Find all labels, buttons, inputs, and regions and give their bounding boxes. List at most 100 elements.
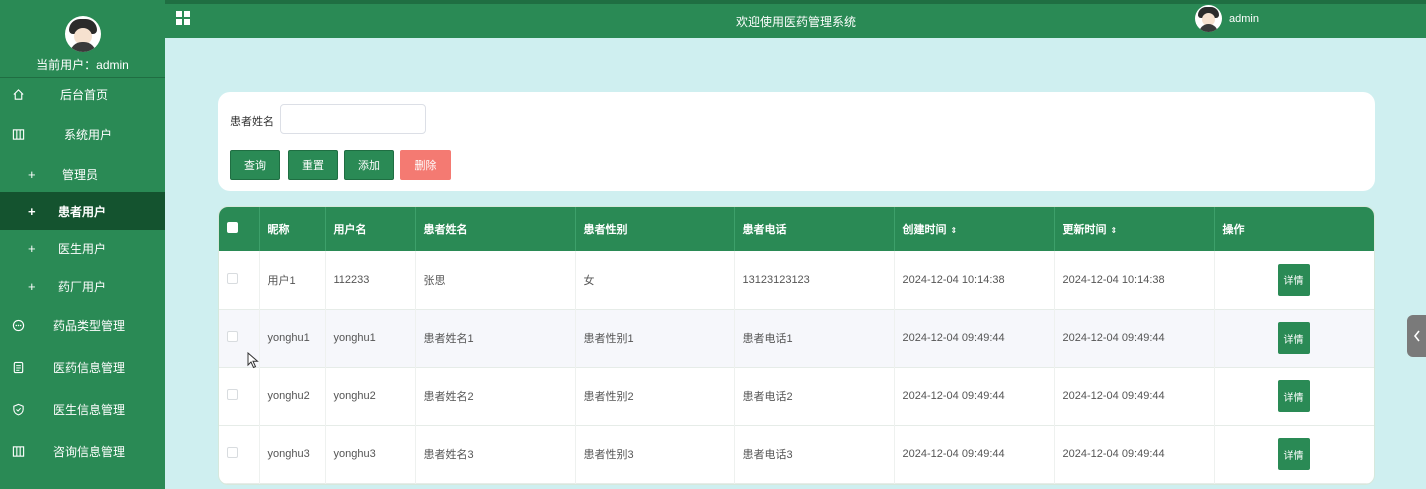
cell-phone: 患者电话3 (734, 425, 895, 483)
sidebar: 当前用户：admin 后台首页 系统用户 + 管理员 + 患者用户 + 医生用户… (0, 0, 165, 489)
sidebar-item-label: 系统用户 (64, 127, 113, 142)
sidebar-item-label: 医药信息管理 (53, 360, 126, 375)
sort-icon[interactable]: ⇕ (951, 226, 958, 235)
plus-icon: + (28, 166, 36, 182)
sidebar-item-label: 药厂用户 (58, 279, 107, 294)
patient-table: 昵称 用户名 患者姓名 患者性别 患者电话 创建时间 ⇕ 更新时间 ⇕ 操作 用户1… (218, 206, 1375, 485)
avatar (64, 16, 101, 52)
home-icon (11, 87, 25, 101)
sidebar-item-patient-users[interactable]: + 患者用户 (0, 192, 165, 230)
cell-gender: 患者性别1 (575, 309, 735, 367)
column-header: 昵称 (259, 207, 326, 251)
cell-name: 患者姓名1 (415, 309, 576, 367)
cell-created: 2024-12-04 10:14:38 (894, 251, 1055, 309)
username: admin (1229, 12, 1259, 25)
sidebar-item-label: 后台首页 (60, 87, 109, 102)
delete-button[interactable]: 删除 (400, 150, 451, 180)
menu-grid-icon[interactable] (176, 11, 190, 25)
row-checkbox[interactable] (227, 447, 238, 458)
row-checkbox[interactable] (227, 272, 238, 284)
sidebar-item-admin[interactable]: + 管理员 (0, 155, 165, 193)
cell-nickname: yonghu1 (259, 309, 326, 367)
shield-icon (11, 402, 25, 416)
sidebar-item-medicine-info[interactable]: 医药信息管理 (0, 348, 165, 386)
current-user-label: 当前用户：admin (36, 58, 129, 72)
mouse-cursor (247, 351, 259, 372)
detail-button[interactable]: 详情 (1277, 438, 1310, 470)
cell-updated: 2024-12-04 09:49:44 (1054, 425, 1215, 483)
chevron-left-icon (1413, 330, 1420, 342)
plus-icon: + (28, 203, 36, 219)
cell-phone: 13123123123 (734, 251, 895, 309)
cell-created: 2024-12-04 09:49:44 (894, 367, 1055, 425)
table-header-row: 昵称 用户名 患者姓名 患者性别 患者电话 创建时间 ⇕ 更新时间 ⇕ 操作 (219, 207, 1374, 251)
cell-username: yonghu1 (325, 309, 416, 367)
cell-updated: 2024-12-04 10:14:38 (1054, 251, 1215, 309)
cell-created: 2024-12-04 09:49:44 (894, 309, 1055, 367)
search-panel: 患者姓名 查询 重置 添加 删除 (218, 92, 1375, 191)
columns-icon (11, 444, 25, 458)
cell-nickname: 用户1 (259, 251, 326, 309)
cell-name: 患者姓名3 (415, 425, 576, 483)
column-header: 患者性别 (575, 207, 735, 251)
chat-icon (11, 318, 25, 332)
select-all-checkbox[interactable] (227, 222, 238, 233)
column-header: 操作 (1222, 224, 1245, 236)
cell-gender: 患者性别2 (575, 367, 735, 425)
sidebar-item-doctor-users[interactable]: + 医生用户 (0, 229, 165, 267)
sidebar-item-label: 咨询信息管理 (53, 444, 126, 459)
cell-phone: 患者电话2 (734, 367, 895, 425)
row-checkbox[interactable] (227, 331, 238, 342)
top-header: 欢迎使用医药管理系统 admin (165, 0, 1426, 38)
columns-icon (11, 127, 25, 141)
detail-button[interactable]: 详情 (1277, 322, 1310, 354)
sidebar-item-label: 患者用户 (58, 204, 107, 219)
collapse-handle[interactable] (1407, 315, 1426, 357)
column-header-label: 创建时间 (902, 224, 947, 236)
cell-created: 2024-12-04 09:49:44 (894, 425, 1055, 483)
column-header: 用户名 (325, 207, 416, 251)
query-button[interactable]: 查询 (230, 150, 280, 180)
sidebar-item-consult-info[interactable]: 咨询信息管理 (0, 432, 165, 470)
column-header: 患者电话 (734, 207, 895, 251)
document-icon (11, 360, 25, 374)
cell-phone: 患者电话1 (734, 309, 895, 367)
sidebar-item-pharma-users[interactable]: + 药厂用户 (0, 267, 165, 305)
detail-button[interactable]: 详情 (1277, 380, 1310, 412)
avatar (1195, 5, 1222, 32)
table-row: yonghu3 yonghu3 患者姓名3 患者性别3 患者电话3 2024-1… (219, 425, 1374, 483)
cell-nickname: yonghu2 (259, 367, 326, 425)
cell-username: 112233 (325, 251, 416, 309)
sidebar-item-dashboard[interactable]: 后台首页 (0, 75, 165, 113)
sidebar-item-label: 医生用户 (58, 241, 107, 256)
detail-button[interactable]: 详情 (1277, 263, 1310, 296)
column-header-label: 更新时间 (1062, 224, 1107, 236)
add-button[interactable]: 添加 (344, 150, 394, 180)
sidebar-item-label: 医生信息管理 (53, 402, 126, 417)
cell-name: 张思 (415, 251, 576, 309)
table-row: 用户1 112233 张思 女 13123123123 2024-12-04 1… (219, 251, 1374, 309)
table-row: yonghu1 yonghu1 患者姓名1 患者性别1 患者电话1 2024-1… (219, 309, 1374, 367)
sidebar-item-system-users[interactable]: 系统用户 (0, 115, 165, 153)
cell-username: yonghu2 (325, 367, 416, 425)
row-checkbox[interactable] (227, 389, 238, 400)
sort-icon[interactable]: ⇕ (1111, 226, 1118, 235)
sidebar-item-doctor-info[interactable]: 医生信息管理 (0, 390, 165, 428)
cell-username: yonghu3 (325, 425, 416, 483)
column-header: 患者姓名 (415, 207, 576, 251)
cell-updated: 2024-12-04 09:49:44 (1054, 367, 1215, 425)
cell-gender: 患者性别3 (575, 425, 735, 483)
plus-icon: + (28, 278, 36, 294)
patient-name-label: 患者姓名 (230, 116, 274, 128)
cell-nickname: yonghu3 (259, 425, 326, 483)
cell-name: 患者姓名2 (415, 367, 576, 425)
user-menu[interactable]: admin (1195, 5, 1259, 32)
column-header-created[interactable]: 创建时间 ⇕ (894, 207, 1055, 251)
patient-name-input[interactable] (280, 104, 426, 134)
table-row: yonghu2 yonghu2 患者姓名2 患者性别2 患者电话2 2024-1… (219, 367, 1374, 425)
column-header-updated[interactable]: 更新时间 ⇕ (1054, 207, 1215, 251)
sidebar-item-drug-types[interactable]: 药品类型管理 (0, 306, 165, 344)
cell-updated: 2024-12-04 09:49:44 (1054, 309, 1215, 367)
cell-gender: 女 (575, 251, 735, 309)
reset-button[interactable]: 重置 (288, 150, 338, 180)
